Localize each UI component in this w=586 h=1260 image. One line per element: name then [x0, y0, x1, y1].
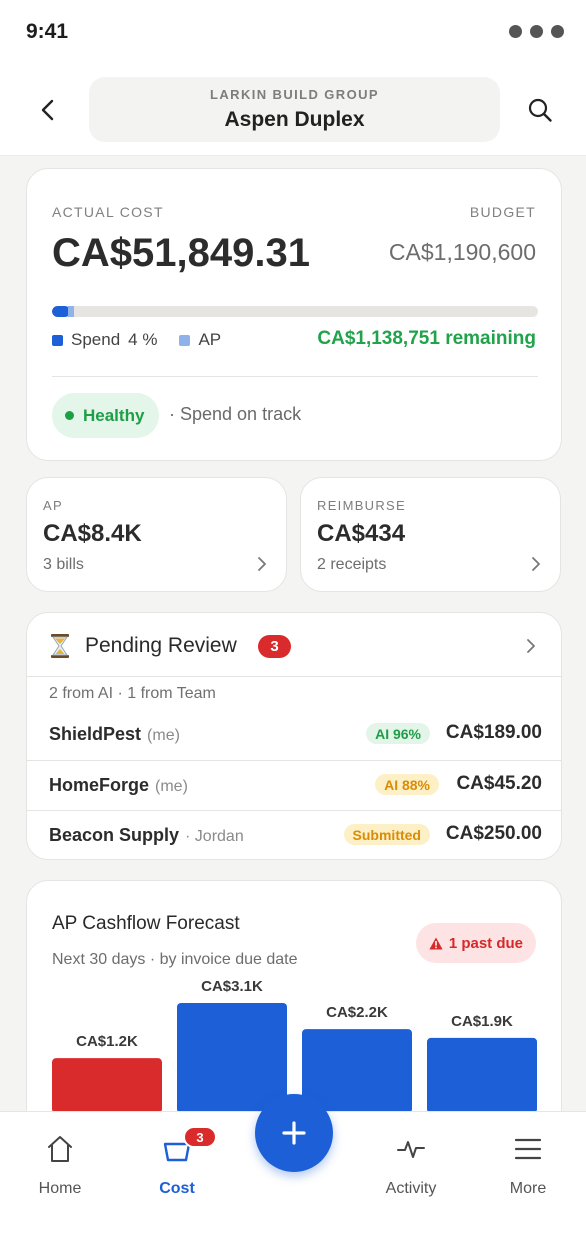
- tab-more[interactable]: More: [478, 1130, 578, 1210]
- vendor-name: HomeForge (me): [49, 775, 188, 795]
- content-scroll[interactable]: ACTUAL COST BUDGET CA$51,849.31 CA$1,190…: [0, 156, 586, 1111]
- row-amount: CA$189.00: [445, 722, 542, 743]
- company-name: LARKIN BUILD GROUP: [210, 87, 379, 102]
- reimburse-label: REIMBURSE: [317, 498, 406, 513]
- forecast-bar[interactable]: [177, 1003, 287, 1111]
- pending-count-badge: 3: [258, 635, 291, 658]
- header: LARKIN BUILD GROUP Aspen Duplex: [0, 62, 586, 156]
- legend-spend-label: Spend: [71, 330, 121, 349]
- tab-cost[interactable]: 3 Cost: [127, 1126, 227, 1210]
- submitted-badge: Submitted: [343, 824, 430, 845]
- pending-review-header[interactable]: Pending Review 3: [27, 613, 561, 677]
- ap-label: AP: [43, 498, 63, 513]
- forecast-bar[interactable]: [427, 1037, 537, 1111]
- project-name: Aspen Duplex: [224, 108, 365, 131]
- status-bar: 9:41: [0, 0, 586, 62]
- forecast-bar-label: CA$3.1K: [201, 978, 263, 995]
- pending-row[interactable]: ShieldPest (me) AI 96% CA$189.00: [27, 710, 561, 760]
- tab-home-label: Home: [38, 1180, 82, 1197]
- pending-row[interactable]: HomeForge (me) AI 88% CA$45.20: [27, 761, 561, 811]
- status-dot-icon: [65, 411, 74, 420]
- ap-value: CA$8.4K: [43, 520, 142, 547]
- add-button[interactable]: [255, 1094, 333, 1172]
- row-amount: CA$250.00: [445, 823, 542, 844]
- cost-badge: 3: [183, 1126, 217, 1148]
- reimburse-receipt-count: 2 receipts: [317, 556, 387, 573]
- menu-icon: [514, 1138, 542, 1160]
- legend-ap-label: AP: [198, 330, 222, 349]
- forecast-bar[interactable]: [302, 1029, 412, 1111]
- ap-progress-fill: [68, 306, 74, 317]
- activity-icon: [397, 1141, 425, 1158]
- spend-swatch: [52, 334, 63, 346]
- hourglass-icon: [51, 634, 69, 658]
- submitter-tag: · Jordan: [185, 828, 244, 845]
- chevron-left-icon: [41, 99, 54, 121]
- project-switcher[interactable]: LARKIN BUILD GROUP Aspen Duplex: [89, 77, 500, 142]
- forecast-bar[interactable]: [52, 1058, 162, 1111]
- status-dots-icon: [509, 25, 564, 38]
- cashflow-bar-chart: CA$1.2K CA$3.1K CA$2.2K CA$1.9K: [52, 978, 537, 1111]
- tab-more-label: More: [509, 1180, 547, 1197]
- legend-spend-percent: 4 %: [128, 330, 158, 349]
- pending-review-card: Pending Review 3 2 from AI · 1 from Team…: [26, 612, 562, 860]
- actual-cost-value: CA$51,849.31: [52, 231, 310, 275]
- progress-legend: Spend 4 % AP: [52, 330, 221, 350]
- divider: [27, 676, 561, 677]
- health-status-badge: Healthy: [52, 393, 160, 438]
- ai-confidence-badge: AI 88%: [375, 774, 439, 795]
- home-icon: [48, 1136, 72, 1162]
- budget-label: BUDGET: [469, 204, 536, 220]
- actual-cost-label: ACTUAL COST: [52, 204, 164, 220]
- reimburse-value: CA$434: [317, 520, 406, 547]
- cost-summary-card: ACTUAL COST BUDGET CA$51,849.31 CA$1,190…: [26, 168, 562, 461]
- vendor-name: Beacon Supply · Jordan: [49, 825, 244, 845]
- submitter-tag: (me): [155, 778, 188, 795]
- ai-confidence-badge: AI 96%: [366, 723, 430, 744]
- chevron-right-icon: [527, 639, 535, 653]
- ap-bill-count: 3 bills: [43, 556, 84, 573]
- reimburse-summary-card[interactable]: REIMBURSE CA$434 2 receipts: [300, 477, 561, 592]
- chevron-right-icon: [258, 557, 266, 571]
- cashflow-forecast-card: AP Cashflow Forecast Next 30 days · by i…: [26, 880, 562, 1111]
- search-icon: [528, 98, 552, 122]
- budget-value: CA$1,190,600: [388, 239, 536, 265]
- tab-activity[interactable]: Activity: [361, 1130, 461, 1210]
- status-time: 9:41: [26, 20, 69, 43]
- tab-home[interactable]: Home: [10, 1130, 110, 1210]
- chevron-right-icon: [532, 557, 540, 571]
- health-note: · Spend on track: [169, 404, 302, 424]
- plus-icon: [282, 1121, 306, 1145]
- pending-source-summary: 2 from AI · 1 from Team: [49, 685, 216, 702]
- submitter-tag: (me): [147, 727, 180, 744]
- vendor-name: ShieldPest (me): [49, 724, 180, 744]
- forecast-bar-label: CA$2.2K: [326, 1004, 388, 1021]
- budget-progress-bar: [52, 306, 538, 317]
- back-button[interactable]: [30, 92, 66, 128]
- forecast-bar-label: CA$1.2K: [76, 1033, 138, 1050]
- row-amount: CA$45.20: [456, 773, 542, 794]
- ap-swatch: [179, 334, 191, 346]
- ap-summary-card[interactable]: AP CA$8.4K 3 bills: [26, 477, 287, 592]
- forecast-bar-label: CA$1.9K: [451, 1013, 513, 1030]
- pending-row[interactable]: Beacon Supply · Jordan Submitted CA$250.0…: [27, 811, 561, 859]
- divider: [52, 376, 538, 377]
- health-status-label: Healthy: [83, 405, 145, 425]
- remaining-budget: CA$1,138,751 remaining: [317, 328, 536, 349]
- pending-review-title: Pending Review: [85, 634, 237, 657]
- search-button[interactable]: [522, 92, 558, 128]
- tab-activity-label: Activity: [385, 1180, 437, 1197]
- tab-cost-label: Cost: [159, 1180, 195, 1197]
